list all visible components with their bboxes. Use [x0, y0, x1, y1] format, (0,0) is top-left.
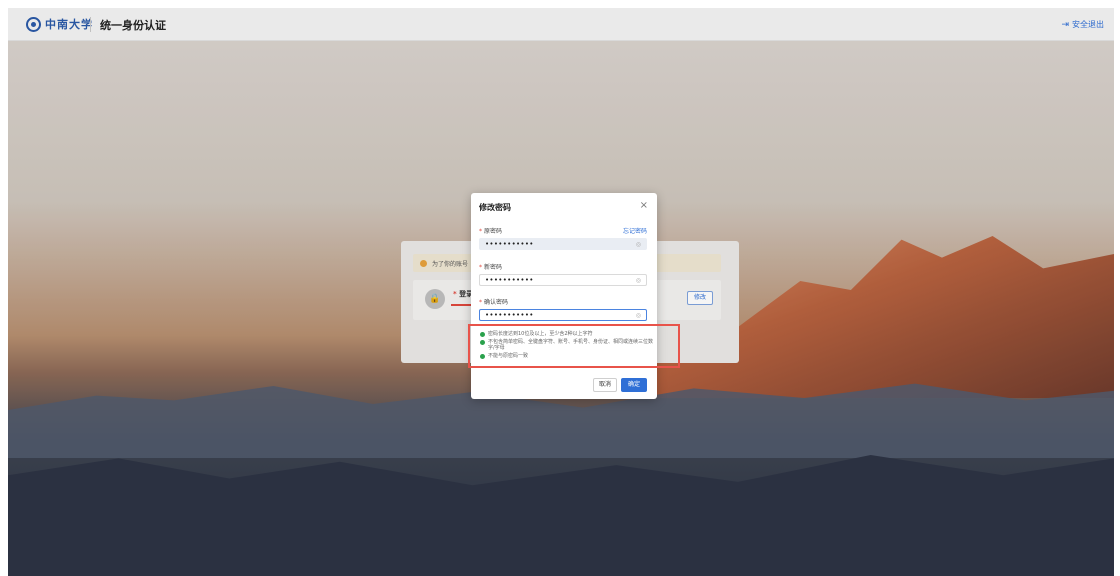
old-password-input[interactable]: ••••••••••• ◎ — [479, 238, 647, 250]
old-password-value: ••••••••••• — [485, 240, 534, 248]
confirm-password-input[interactable]: ••••••••••• ◎ — [479, 309, 647, 321]
new-password-value: ••••••••••• — [485, 276, 534, 284]
confirm-button[interactable]: 确定 — [621, 378, 647, 392]
cancel-button[interactable]: 取消 — [593, 378, 617, 392]
confirm-password-label: * 确认密码 — [479, 299, 509, 306]
new-password-input[interactable]: ••••••••••• ◎ — [479, 274, 647, 286]
dialog-title: 修改密码 — [479, 203, 511, 212]
close-icon[interactable]: × — [640, 200, 648, 211]
password-rule: 密码长度达到10位及以上，至少含2种以上字符 — [480, 331, 653, 337]
confirm-password-value: ••••••••••• — [485, 311, 534, 319]
check-icon — [480, 340, 485, 345]
eye-hidden-icon[interactable]: ◎ — [636, 277, 641, 284]
old-password-label: * 原密码 — [479, 228, 503, 235]
check-icon — [480, 354, 485, 359]
password-rules-highlight: 密码长度达到10位及以上，至少含2种以上字符 不包含简单密码、全键盘字符、账号、… — [468, 324, 680, 368]
browser-viewport: 中南大学 统一身份认证 ⇥ 安全退出 为了你的账号 🔒 * 登录密 修改 修改密… — [8, 8, 1114, 576]
eye-hidden-icon[interactable]: ◎ — [636, 312, 641, 319]
change-password-dialog: 修改密码 × * 原密码 忘记密码 ••••••••••• ◎ * 新密码 ••••… — [471, 193, 657, 399]
eye-hidden-icon[interactable]: ◎ — [636, 241, 641, 248]
new-password-label: * 新密码 — [479, 264, 503, 271]
password-rule: 不能与原密码一致 — [480, 353, 653, 359]
password-rule: 不包含简单密码、全键盘字符、账号、手机号、身份证、相同或连续三位数字/字母 — [480, 339, 653, 351]
forgot-password-link[interactable]: 忘记密码 — [623, 226, 647, 235]
check-icon — [480, 332, 485, 337]
